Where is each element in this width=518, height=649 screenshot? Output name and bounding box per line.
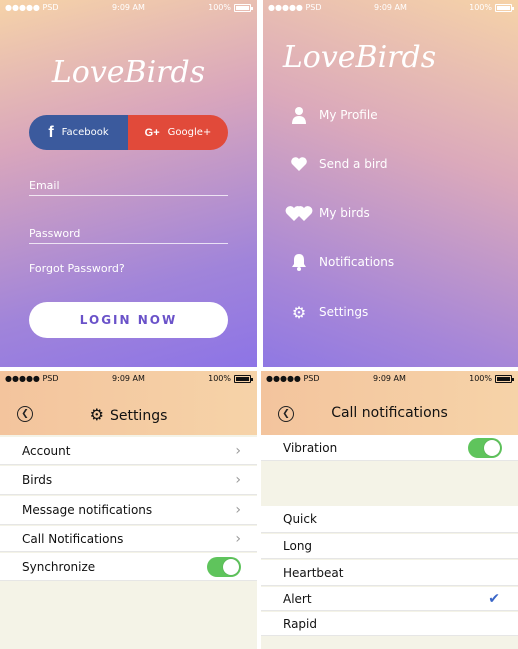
settings-screen: ●●●●● PSD 9:09 AM 100% ❮ ⚙ Settings Accou… [0,371,257,649]
google-plus-button[interactable]: G+ Google+ [128,115,228,150]
battery-icon [495,374,514,383]
option-row-heartbeat[interactable]: Heartbeat [261,560,518,586]
battery-percent: 100% [208,374,231,383]
settings-row-call-notifications[interactable]: Call Notifications › [0,526,257,552]
bell-icon [285,253,313,271]
chevron-right-icon: › [235,502,241,518]
row-label: Account [22,443,71,458]
menu-item-label: Send a bird [319,157,388,171]
email-field-wrapper [29,174,228,196]
settings-row-message-notifications[interactable]: Message notifications › [0,496,257,525]
synchronize-toggle[interactable] [207,556,241,577]
app-logo: LoveBirds [282,40,437,75]
login-screen: ●●●●● PSD 9:09 AM 100% LoveBirds f Faceb… [0,0,257,367]
battery-icon [495,3,514,12]
gear-icon: ⚙ [291,302,307,322]
option-row-long[interactable]: Long [261,534,518,559]
checkmark-icon: ✔ [488,590,500,607]
option-row-rapid[interactable]: Rapid [261,612,518,636]
option-label: Rapid [283,616,317,631]
menu-item-notifications[interactable]: Notifications [285,250,394,274]
menu-item-send-a-bird[interactable]: Send a bird [285,152,388,176]
call-notifications-screen: ●●●●● PSD 9:09 AM 100% ❮ Call notificati… [261,371,518,649]
email-field[interactable] [29,175,228,192]
row-label: Message notifications [22,503,153,517]
double-heart-icon [285,204,313,222]
settings-row-birds[interactable]: Birds › [0,466,257,495]
option-label: Quick [283,512,317,526]
chevron-right-icon: › [235,442,241,459]
page-title-text: Settings [109,408,168,424]
google-plus-icon: G+ [144,126,160,139]
social-login: f Facebook G+ Google+ [29,115,228,150]
option-label: Heartbeat [283,565,344,580]
menu-item-label: My Profile [319,108,378,122]
facebook-icon: f [48,123,54,141]
password-field-wrapper [29,222,228,244]
menu-screen: ●●●●● PSD 9:09 AM 100% LoveBirds My Prof… [263,0,518,367]
battery-icon [234,374,253,383]
page-title: ⚙ Settings [0,405,257,424]
option-row-alert[interactable]: Alert ✔ [261,587,518,611]
settings-row-synchronize: Synchronize [0,553,257,581]
settings-row-account[interactable]: Account › [0,437,257,465]
row-label: Vibration [283,440,338,455]
menu-item-label: Notifications [319,255,395,269]
password-field[interactable] [29,223,228,240]
chevron-right-icon: › [235,530,241,547]
row-label: Synchronize [22,559,96,574]
settings-header: ●●●●● PSD 9:09 AM 100% ❮ ⚙ Settings [0,371,257,435]
vibration-row: Vibration [261,435,518,461]
forgot-password-link[interactable]: Forgot Password? [29,262,125,275]
menu-item-settings[interactable]: ⚙ Settings [285,300,368,324]
battery-percent: 100% [469,3,492,12]
battery-percent: 100% [208,3,231,12]
vibration-toggle[interactable] [468,437,502,458]
menu-item-my-profile[interactable]: My Profile [285,103,378,127]
call-notifications-header: ●●●●● PSD 9:09 AM 100% ❮ Call notificati… [261,371,518,435]
google-plus-label: Google+ [167,127,212,138]
status-bar: ●●●●● PSD 9:09 AM 100% [263,0,518,16]
option-label: Long [283,539,313,553]
page-title: Call notifications [331,405,448,421]
heart-icon [285,156,313,172]
row-label: Call Notifications [22,531,124,546]
option-label: Alert [283,591,312,606]
menu-item-label: My birds [319,206,370,220]
chevron-right-icon: › [235,472,241,488]
menu-item-my-birds[interactable]: My birds [285,201,370,225]
login-button[interactable]: LOGIN NOW [29,302,228,338]
person-icon [285,106,313,124]
facebook-button[interactable]: f Facebook [29,115,128,150]
status-bar: ●●●●● PSD 9:09 AM 100% [0,371,257,387]
facebook-label: Facebook [61,127,109,138]
gear-icon: ⚙ [89,405,104,424]
status-bar: ●●●●● PSD 9:09 AM 100% [0,0,257,16]
status-bar: ●●●●● PSD 9:09 AM 100% [261,371,518,387]
option-row-quick[interactable]: Quick [261,506,518,533]
app-logo: LoveBirds [51,55,206,90]
battery-percent: 100% [469,374,492,383]
menu-item-label: Settings [319,305,369,319]
row-label: Birds [22,473,53,487]
battery-icon [234,3,253,12]
